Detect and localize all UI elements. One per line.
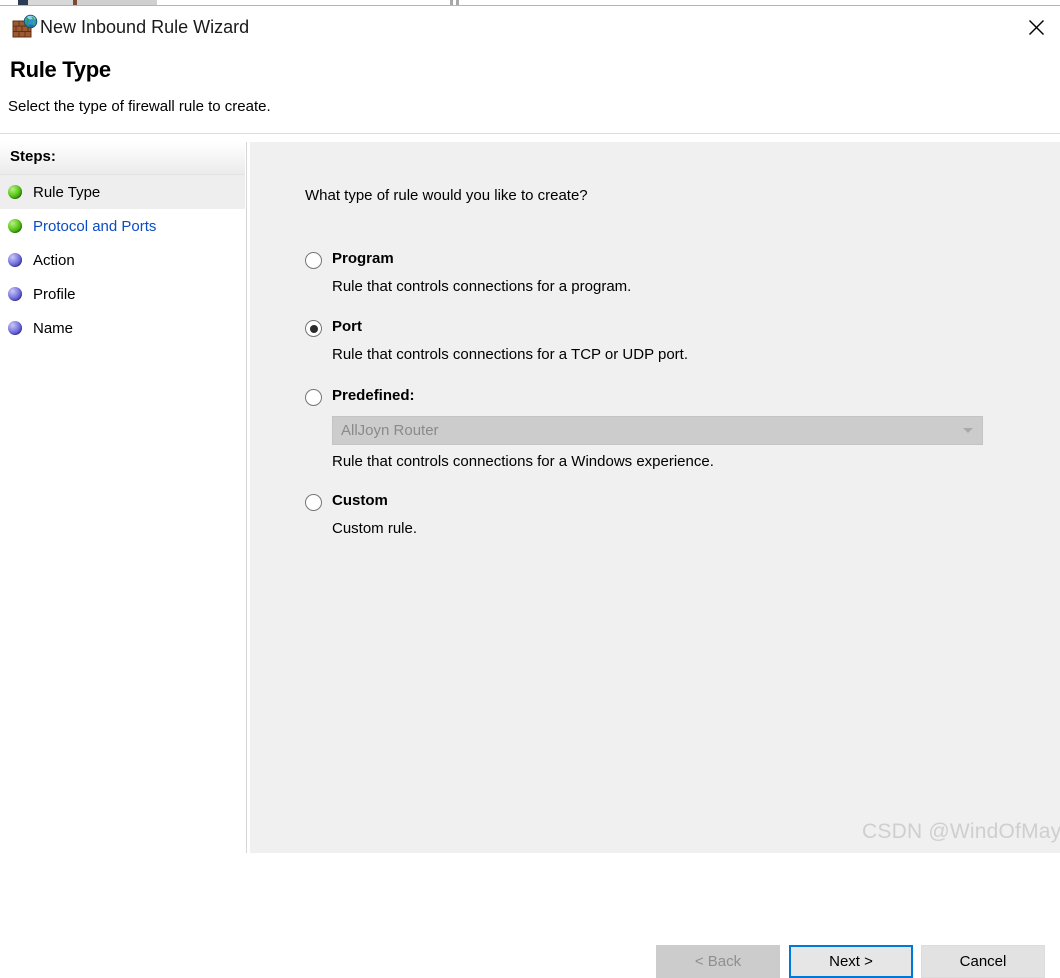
predefined-rule-dropdown[interactable]: AllJoyn Router — [332, 416, 983, 445]
sidebar-item-label: Action — [33, 251, 75, 269]
step-bullet-icon — [8, 219, 22, 233]
radio-port[interactable] — [305, 320, 322, 337]
option-custom-title: Custom — [332, 492, 388, 509]
cancel-button[interactable]: Cancel — [921, 945, 1045, 978]
sidebar-item-label: Profile — [33, 285, 76, 303]
header-divider — [0, 133, 1060, 134]
sidebar-item-profile[interactable]: Profile — [0, 277, 245, 311]
option-program-title: Program — [332, 250, 394, 267]
rule-type-radio-group: Program Rule that controls connections f… — [305, 250, 1045, 554]
step-bullet-icon — [8, 185, 22, 199]
step-list: Rule Type Protocol and Ports Action Prof… — [0, 175, 245, 345]
sidebar-item-label: Rule Type — [33, 183, 101, 201]
page-title: Rule Type — [10, 57, 111, 82]
option-port[interactable]: Port Rule that controls connections for … — [305, 318, 1045, 389]
option-custom-description: Custom rule. — [332, 520, 418, 537]
steps-sidebar: Steps: Rule Type Protocol and Ports Acti… — [0, 142, 247, 853]
title-bar: New Inbound Rule Wizard — [0, 6, 1060, 50]
wizard-body: Steps: Rule Type Protocol and Ports Acti… — [0, 135, 1060, 978]
option-predefined-description: Rule that controls connections for a Win… — [332, 453, 714, 470]
next-button[interactable]: Next > — [789, 945, 913, 978]
option-port-title: Port — [332, 318, 362, 335]
firewall-globe-icon — [12, 14, 38, 40]
sidebar-item-label: Protocol and Ports — [33, 217, 157, 235]
sidebar-item-rule-type[interactable]: Rule Type — [0, 175, 245, 209]
option-port-description: Rule that controls connections for a TCP… — [332, 346, 689, 363]
steps-heading-label: Steps: — [10, 148, 56, 165]
main-content-panel: What type of rule would you like to crea… — [250, 142, 1060, 853]
steps-heading: Steps: — [0, 142, 245, 175]
radio-predefined[interactable] — [305, 389, 322, 406]
radio-program[interactable] — [305, 252, 322, 269]
close-icon[interactable] — [1012, 6, 1060, 48]
option-program[interactable]: Program Rule that controls connections f… — [305, 250, 1045, 320]
chevron-down-icon — [963, 428, 973, 433]
option-predefined[interactable]: Predefined: AllJoyn Router Rule that con… — [305, 387, 1045, 494]
sidebar-item-action[interactable]: Action — [0, 243, 245, 277]
option-custom[interactable]: Custom Custom rule. — [305, 492, 1045, 554]
window-title: New Inbound Rule Wizard — [40, 17, 250, 37]
wizard-header: Rule Type Select the type of firewall ru… — [0, 50, 1060, 134]
rule-type-question: What type of rule would you like to crea… — [305, 187, 588, 204]
step-bullet-icon — [8, 287, 22, 301]
option-predefined-title: Predefined: — [332, 387, 415, 404]
back-button[interactable]: < Back — [656, 945, 780, 978]
step-bullet-icon — [8, 321, 22, 335]
sidebar-item-label: Name — [33, 319, 74, 337]
sidebar-item-protocol-and-ports[interactable]: Protocol and Ports — [0, 209, 245, 243]
page-subtitle: Select the type of firewall rule to crea… — [8, 98, 271, 115]
step-bullet-icon — [8, 253, 22, 267]
sidebar-item-name[interactable]: Name — [0, 311, 245, 345]
radio-custom[interactable] — [305, 494, 322, 511]
predefined-rule-value: AllJoyn Router — [341, 422, 439, 439]
option-program-description: Rule that controls connections for a pro… — [332, 278, 632, 295]
